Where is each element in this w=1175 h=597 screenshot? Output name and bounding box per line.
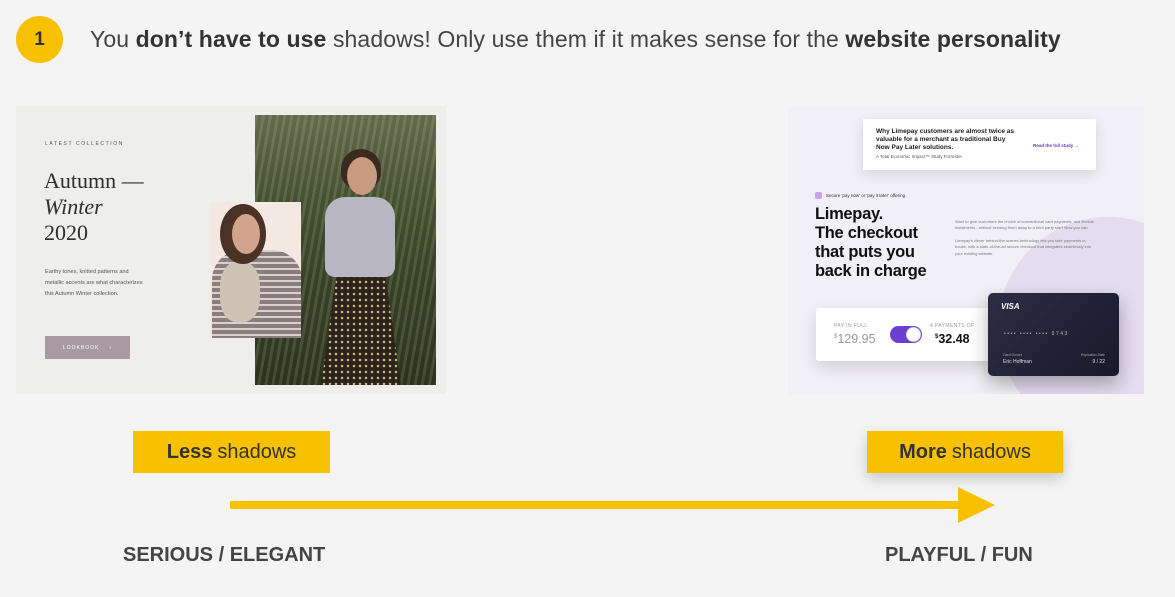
instalment-value: 32.48 [938, 332, 970, 346]
limepay-paragraph-1: Want to give customers the choice of con… [955, 219, 1094, 231]
limepay-eyebrow: Secure 'pay now' or 'pay it later' offer… [815, 192, 905, 199]
card-owner-label: Card Owner [1003, 353, 1022, 357]
study-banner-source: A Total Economic Impact™ Study Forrester [876, 154, 962, 159]
collection-description: Earthy tones, knitted patterns and metal… [45, 269, 143, 297]
limepay-title-line-2: The checkout [815, 224, 918, 242]
headline-bold-1: don’t have to use [135, 26, 327, 52]
limepay-description: Want to give customers the choice of con… [955, 219, 1095, 263]
headline: You don’t have to use shadows! Only use … [90, 26, 1061, 53]
payment-options-card: PAY IN FULL $129.95 4 PAYMENTS OF $32.48 [816, 308, 996, 361]
less-shadows-example: LATEST COLLECTION Autumn — Winter 2020 E… [16, 106, 446, 394]
collection-eyebrow: LATEST COLLECTION [45, 141, 124, 147]
collection-title: Autumn — Winter 2020 [44, 168, 144, 246]
limepay-paragraph-2: Limepay's clever behind-the-scenes techn… [955, 237, 1092, 256]
instalment-amount: $32.48 [935, 332, 970, 346]
collection-title-line-3: 2020 [44, 220, 88, 245]
card-owner-name: Eric Hoffman [1003, 359, 1032, 365]
arrow-right-icon [230, 487, 995, 523]
lookbook-button[interactable]: LOOKBOOK › [45, 336, 130, 359]
headline-part-2: shadows! Only use them if it makes sense… [326, 26, 846, 52]
read-study-link[interactable]: Read the full study → [1033, 143, 1079, 148]
serious-elegant-caption: SERIOUS / ELEGANT [123, 544, 326, 566]
more-shadows-label: More shadows [867, 431, 1063, 473]
limepay-title: Limepay. The checkout that puts you back… [815, 205, 927, 281]
lookbook-button-label: LOOKBOOK [62, 344, 100, 351]
playful-fun-caption: PLAYFUL / FUN [885, 544, 1033, 566]
toggle-knob [906, 327, 921, 342]
limepay-title-line-1: Limepay. [815, 205, 883, 223]
collection-title-line-1: Autumn — [44, 168, 144, 193]
headline-part-1: You [90, 26, 136, 52]
lock-icon [815, 192, 822, 199]
study-banner[interactable]: Why Limepay customers are almost twice a… [863, 119, 1096, 170]
more-shadows-bold: More [899, 440, 947, 463]
model-portrait-photo [210, 202, 301, 338]
visa-card: VISA •••• •••• •••• 9743 Card Owner Eric… [988, 293, 1119, 376]
chevron-right-icon: › [109, 344, 112, 351]
pay-in-full-amount: $129.95 [834, 332, 876, 346]
more-shadows-text: shadows [951, 440, 1031, 463]
limepay-title-line-3: that puts you [815, 243, 915, 261]
less-shadows-label: Less shadows [133, 431, 330, 473]
step-number-badge: 1 [16, 16, 63, 63]
visa-logo: VISA [1001, 302, 1020, 311]
limepay-title-line-4: back in charge [815, 262, 927, 280]
expiration-date: 9 / 22 [1092, 359, 1105, 365]
limepay-eyebrow-text: Secure 'pay now' or 'pay it later' offer… [826, 193, 906, 198]
study-banner-title: Why Limepay customers are almost twice a… [876, 128, 1014, 151]
pay-in-full-value: 129.95 [837, 332, 876, 346]
instalments-label: 4 PAYMENTS OF [930, 323, 975, 329]
less-shadows-text: shadows [217, 440, 297, 463]
payment-mode-toggle[interactable] [890, 326, 922, 343]
headline-bold-2: website personality [845, 26, 1061, 52]
expiration-label: Expiration Date [1081, 353, 1105, 357]
less-shadows-bold: Less [166, 440, 213, 463]
collection-title-line-2: Winter [44, 194, 103, 219]
more-shadows-example: Why Limepay customers are almost twice a… [788, 107, 1144, 394]
card-number: •••• •••• •••• 9743 [1004, 331, 1069, 337]
pay-in-full-label: PAY IN FULL [834, 323, 868, 329]
